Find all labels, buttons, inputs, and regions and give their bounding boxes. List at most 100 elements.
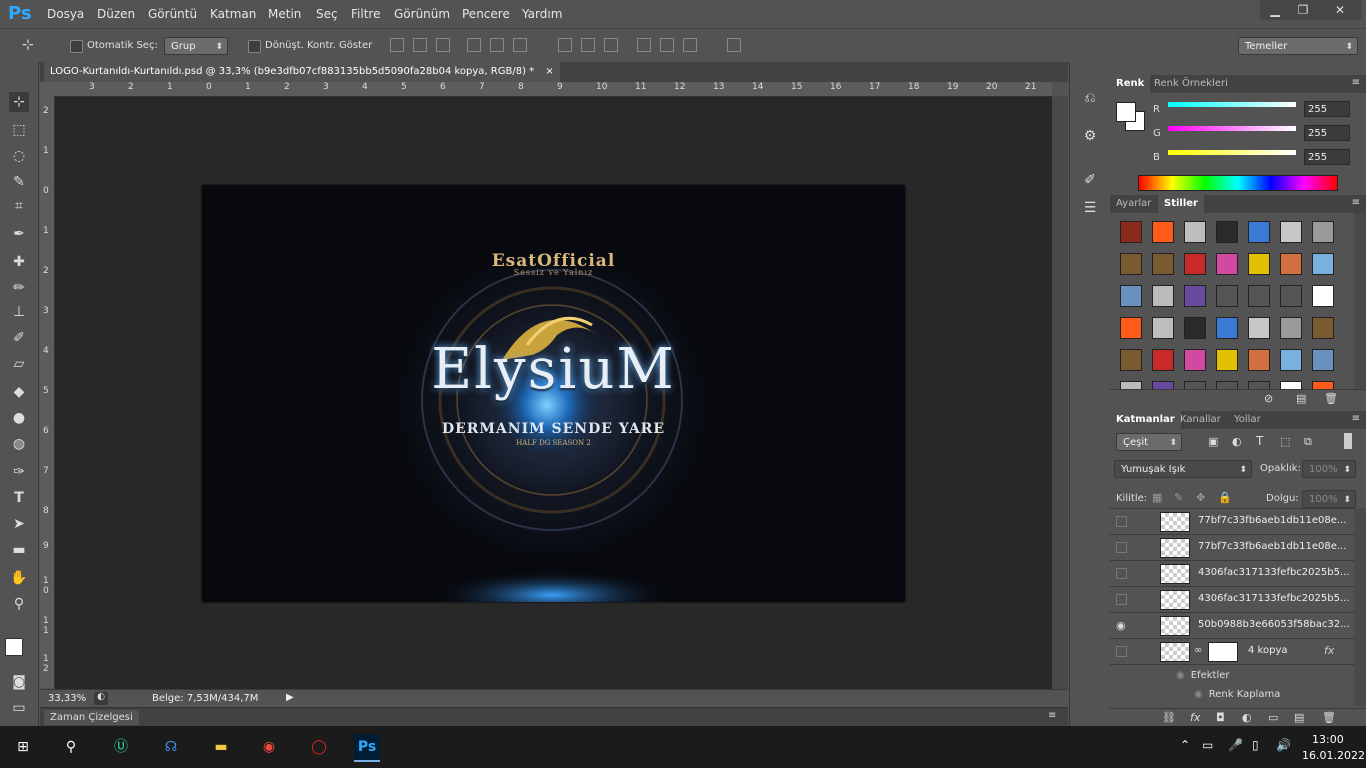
filter-smart-object-icon[interactable]: ⧉ — [1304, 435, 1312, 449]
export-icon[interactable]: ◐ — [94, 692, 108, 705]
style-swatch[interactable] — [1184, 221, 1206, 243]
tab-adjustments[interactable]: Ayarlar — [1110, 195, 1157, 213]
add-mask-icon[interactable]: ◘ — [1216, 711, 1225, 724]
layer-row[interactable]: ◉ 50b0988b3e66053f58bac32... — [1110, 613, 1354, 639]
style-swatch[interactable] — [1216, 349, 1238, 371]
channel-g-slider[interactable] — [1168, 126, 1296, 131]
channel-r-slider[interactable] — [1168, 102, 1296, 107]
quick-select-tool-icon[interactable]: ✎ — [9, 172, 29, 192]
align-left-icon[interactable] — [467, 38, 481, 52]
path-select-icon[interactable]: ➤ — [9, 514, 29, 534]
effects-eye-icon[interactable]: ◉ — [1176, 670, 1185, 681]
style-swatch[interactable] — [1312, 381, 1334, 389]
battery-icon[interactable]: ▭ — [1202, 738, 1213, 752]
styles-scrollbar[interactable] — [1354, 213, 1366, 389]
chrome-icon[interactable]: ◉ — [256, 734, 282, 760]
style-swatch[interactable] — [1120, 221, 1142, 243]
pen-tool-icon[interactable]: ✑ — [9, 462, 29, 482]
style-swatch[interactable] — [1216, 253, 1238, 275]
layer-visibility-toggle[interactable] — [1116, 568, 1127, 579]
workspace-dropdown[interactable]: Temeller — [1238, 37, 1358, 56]
style-swatch[interactable] — [1152, 381, 1174, 389]
style-swatch[interactable] — [1216, 221, 1238, 243]
style-swatch[interactable] — [1120, 253, 1142, 275]
document-close-icon[interactable]: × — [545, 66, 553, 77]
app-support-icon[interactable]: ☊ — [158, 734, 184, 760]
align-hcenter-icon[interactable] — [490, 38, 504, 52]
style-swatch[interactable] — [1152, 221, 1174, 243]
tab-styles[interactable]: Stiller — [1158, 195, 1204, 213]
hand-tool-icon[interactable]: ✋ — [9, 568, 29, 588]
style-swatch[interactable] — [1248, 253, 1270, 275]
screen-mode-icon[interactable]: ▭ — [9, 698, 29, 718]
layer-visibility-toggle[interactable] — [1116, 542, 1127, 553]
tab-color[interactable]: Renk — [1110, 75, 1151, 93]
layer-visibility-toggle[interactable] — [1116, 516, 1127, 527]
distribute-bottom-icon[interactable] — [604, 38, 618, 52]
history-panel-icon[interactable]: ⎌ — [1080, 88, 1100, 108]
stamp-tool-icon[interactable]: ⊥ — [9, 302, 29, 322]
style-swatch[interactable] — [1152, 317, 1174, 339]
network-icon[interactable]: ▯ — [1252, 738, 1259, 752]
filter-toggle[interactable] — [1344, 433, 1352, 449]
app-u-icon[interactable]: Ⓤ — [108, 734, 134, 760]
healing-tool-icon[interactable]: ✚ — [9, 252, 29, 272]
layer-visibility-eye-icon[interactable]: ◉ — [1116, 620, 1127, 631]
filter-pixel-icon[interactable]: ▣ — [1208, 435, 1218, 448]
channel-b-value[interactable]: 255 — [1304, 149, 1350, 165]
align-right-icon[interactable] — [513, 38, 527, 52]
lock-transparent-icon[interactable]: ▦ — [1152, 491, 1162, 504]
tray-chevron-icon[interactable]: ⌃ — [1180, 738, 1190, 752]
style-swatch[interactable] — [1184, 317, 1206, 339]
close-button[interactable]: ✕ — [1318, 0, 1362, 20]
eyedropper-tool-icon[interactable]: ✒ — [9, 224, 29, 244]
menu-filter[interactable]: Filtre — [351, 7, 380, 21]
menu-layer[interactable]: Katman — [210, 7, 256, 21]
style-swatch[interactable] — [1280, 285, 1302, 307]
blur-tool-icon[interactable]: ● — [9, 408, 29, 428]
new-adjustment-icon[interactable]: ◐ — [1242, 711, 1252, 724]
menu-edit[interactable]: Düzen — [97, 7, 135, 21]
crop-tool-icon[interactable]: ⌗ — [9, 196, 29, 216]
layer-row[interactable]: 4306fac317133fefbc2025b5... — [1110, 561, 1354, 587]
blend-mode-dropdown[interactable]: Yumuşak Işık — [1114, 460, 1252, 479]
layer-row[interactable]: 4306fac317133fefbc2025b5... — [1110, 587, 1354, 613]
distribute-vcenter-icon[interactable] — [581, 38, 595, 52]
tab-layers[interactable]: Katmanlar — [1110, 411, 1181, 429]
properties-panel-icon[interactable]: ⚙ — [1080, 126, 1100, 146]
align-vcenter-icon[interactable] — [413, 38, 427, 52]
style-swatch[interactable] — [1280, 349, 1302, 371]
delete-layer-icon[interactable]: 🗑 — [1322, 711, 1336, 724]
menu-file[interactable]: Dosya — [47, 7, 84, 21]
status-menu-arrow-icon[interactable]: ▶ — [286, 692, 294, 703]
distribute-left-icon[interactable] — [637, 38, 651, 52]
style-swatch[interactable] — [1248, 317, 1270, 339]
style-swatch[interactable] — [1248, 285, 1270, 307]
channel-r-value[interactable]: 255 — [1304, 101, 1350, 117]
style-swatch[interactable] — [1312, 317, 1334, 339]
search-icon[interactable]: ⚲ — [58, 734, 84, 760]
timeline-menu-icon[interactable]: ≡ — [1048, 710, 1056, 721]
canvas-vertical-scrollbar[interactable] — [1052, 96, 1068, 689]
style-swatch[interactable] — [1312, 349, 1334, 371]
taskbar-date[interactable]: 16.01.2022 — [1302, 749, 1365, 762]
clear-style-icon[interactable]: ⊘ — [1264, 392, 1273, 405]
foreground-color-swatch[interactable] — [5, 638, 23, 656]
file-explorer-icon[interactable]: ▬ — [208, 734, 234, 760]
style-swatch[interactable] — [1280, 253, 1302, 275]
brush-tool-icon[interactable]: ✏ — [9, 278, 29, 298]
style-swatch[interactable] — [1248, 221, 1270, 243]
style-swatch[interactable] — [1312, 253, 1334, 275]
menu-image[interactable]: Görüntü — [148, 7, 197, 21]
history-brush-icon[interactable]: ✐ — [9, 328, 29, 348]
style-swatch[interactable] — [1120, 317, 1142, 339]
link-layers-icon[interactable]: ⛓ — [1162, 711, 1176, 724]
zoom-level[interactable]: 33,33% — [48, 693, 86, 704]
taskbar-time[interactable]: 13:00 — [1312, 733, 1344, 746]
brush-panel-icon[interactable]: ☰ — [1080, 198, 1100, 218]
filter-type-icon[interactable]: T — [1256, 434, 1263, 448]
add-style-icon[interactable]: fx — [1190, 711, 1200, 724]
filter-shape-icon[interactable]: ⬚ — [1280, 435, 1290, 448]
delete-style-icon[interactable]: 🗑 — [1324, 392, 1338, 405]
style-swatch[interactable] — [1280, 317, 1302, 339]
